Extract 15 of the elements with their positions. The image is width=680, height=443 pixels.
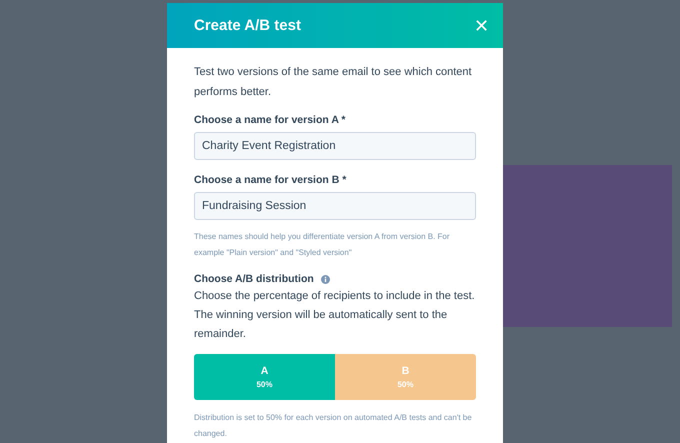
intro-text: Test two versions of the same email to see which content performs better.: [194, 65, 473, 100]
description-text: Choose the percentage of recipients to include in the test. The winning version will be automatically sent to the remainder.: [194, 289, 476, 342]
field-label: Choose A/B distribution: [194, 273, 314, 285]
info-icon[interactable]: [320, 274, 330, 284]
percent-value: 50%: [256, 380, 272, 389]
dialog-title: Create A/B test: [194, 17, 301, 34]
help-text: These names should help you differentiate version A from version B. For example "Plain version" and "Styled version": [194, 231, 451, 259]
percent-value: 50%: [397, 380, 414, 389]
input-field[interactable]: Fundraising Session: [194, 192, 476, 220]
field-label: Choose a name for version B *: [194, 174, 348, 186]
input-field[interactable]: Charity Event Registration: [194, 132, 476, 160]
version-name: B: [402, 365, 410, 377]
note-text: Distribution is set to 50% for each version on automated A/B tests and can't be changed.: [194, 412, 473, 440]
version-name: A: [260, 365, 268, 377]
field-label: Choose a name for version A *: [194, 114, 347, 126]
